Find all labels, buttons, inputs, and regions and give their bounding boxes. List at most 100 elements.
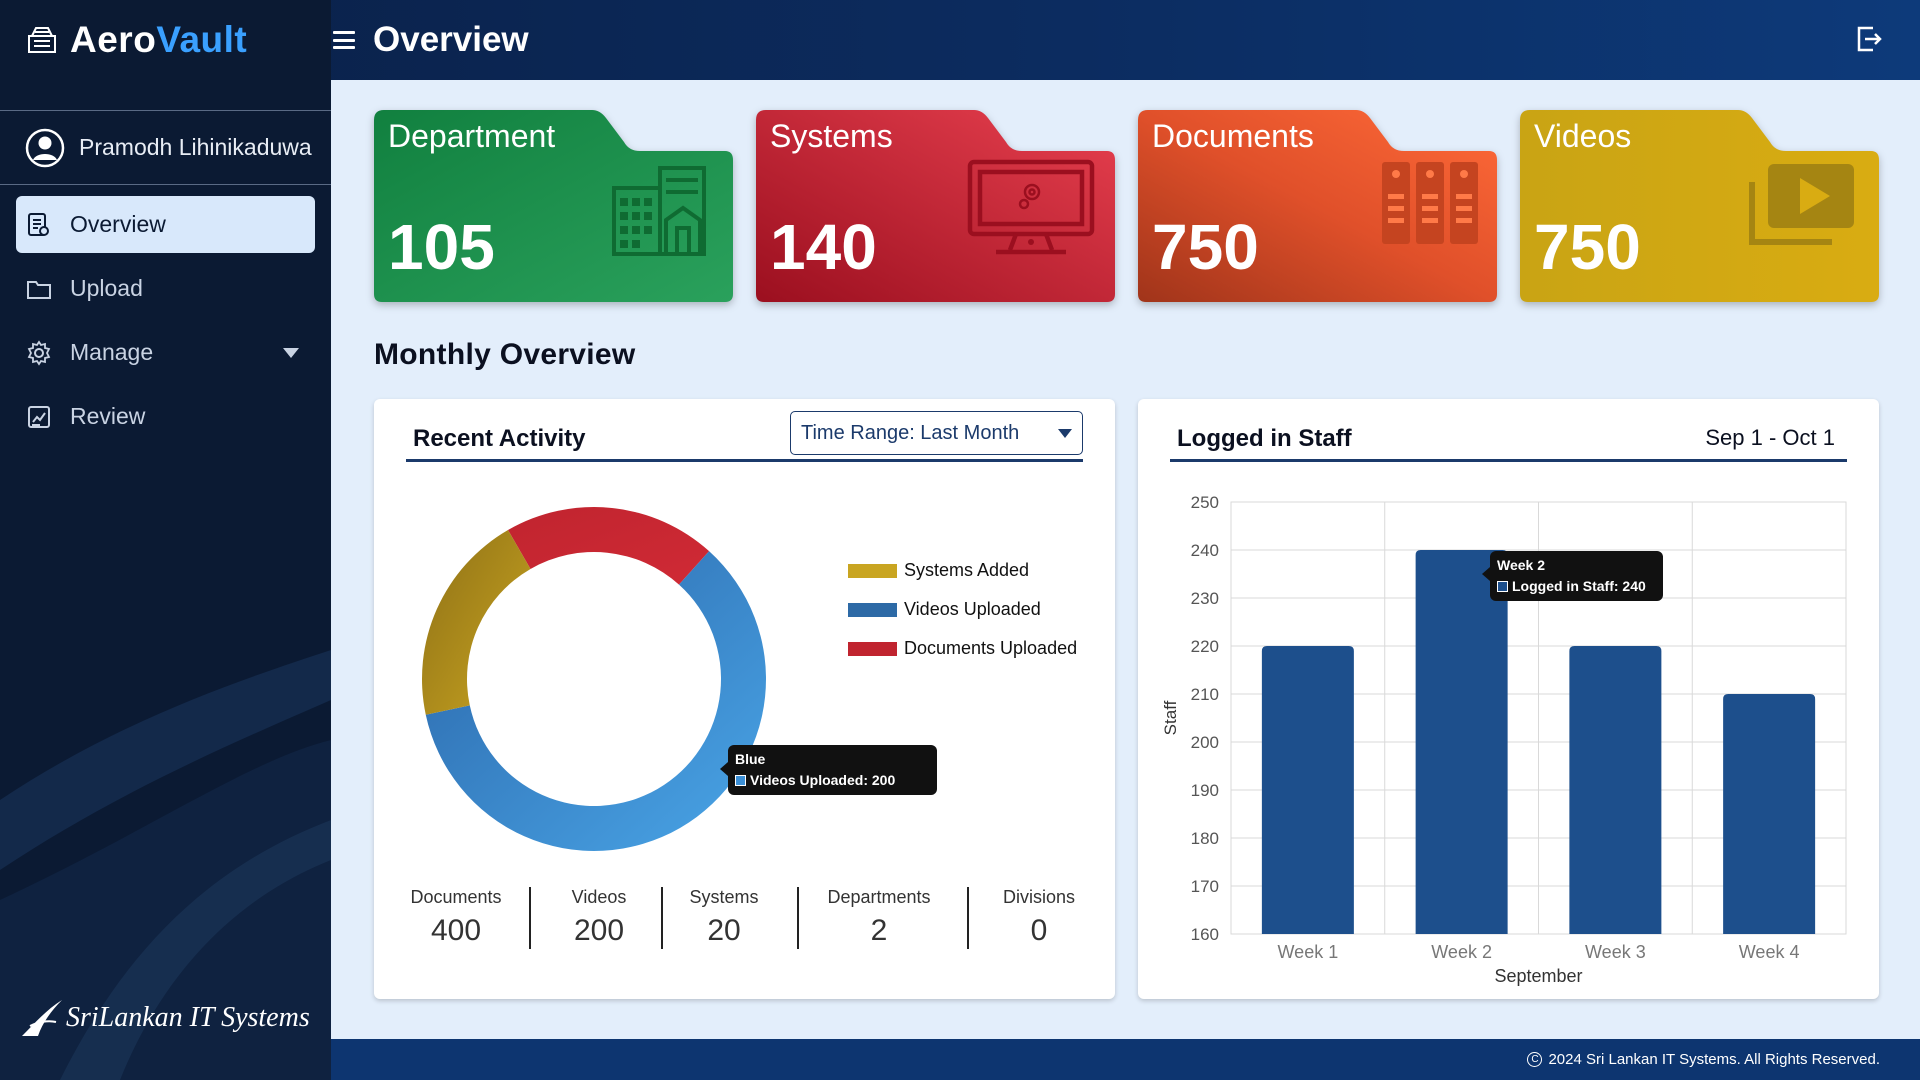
- panel-title: Logged in Staff: [1177, 425, 1352, 452]
- recent-activity-panel: Recent Activity Time Range: Last Month S…: [374, 399, 1115, 999]
- y-tick-label: 170: [1191, 877, 1219, 896]
- menu-toggle-button[interactable]: [330, 26, 358, 54]
- app-logo[interactable]: AeroVault: [26, 18, 247, 62]
- logged-in-staff-bar-chart[interactable]: 160 170 180 190 200 210 220 230 240 250 Week 1 Week…: [1138, 399, 1879, 999]
- y-axis-label: Staff: [1161, 700, 1180, 735]
- company-logo: SriLankan IT Systems: [20, 998, 310, 1038]
- date-range: Sep 1 - Oct 1: [1705, 425, 1835, 450]
- stat-card-systems[interactable]: Systems 140: [756, 110, 1115, 302]
- activity-stats: Documents 400 Videos 200 Systems 20 Departm…: [374, 887, 1115, 951]
- x-tick-label: Week 1: [1278, 942, 1339, 962]
- stat-label: Departments: [827, 887, 931, 907]
- chevron-down-icon: [1058, 429, 1072, 438]
- activity-donut-chart[interactable]: [414, 499, 774, 859]
- stat-value: 20: [707, 914, 741, 947]
- y-tick-label: 220: [1191, 637, 1219, 656]
- stat-card-documents[interactable]: Documents 750: [1138, 110, 1497, 302]
- time-range-value: Time Range: Last Month: [801, 421, 1020, 444]
- sidebar-item-label: Manage: [70, 339, 154, 365]
- card-title: Department: [388, 118, 556, 154]
- sidebar-nav: Overview Upload Manage Review: [16, 196, 315, 452]
- panel-divider: [1170, 459, 1847, 462]
- x-axis-label: September: [1494, 966, 1582, 986]
- stat-value: 2: [870, 914, 888, 947]
- card-title: Documents: [1152, 118, 1314, 154]
- stat-documents: Documents 400: [396, 887, 516, 948]
- stat-label: Documents: [410, 887, 502, 907]
- legend-label: Videos Uploaded: [904, 599, 1041, 619]
- chart-tooltip: Blue Videos Uploaded: 200: [720, 745, 937, 795]
- user-name: Pramodh Lihinikaduwa: [79, 134, 312, 160]
- chart-tooltip: Week 2 Logged in Staff: 240: [1482, 551, 1663, 601]
- tooltip-swatch: [1497, 581, 1508, 592]
- sidebar: AeroVault Pramodh Lihinikaduwa Overview …: [0, 0, 331, 1080]
- building-icon: [612, 166, 706, 256]
- time-range-select[interactable]: Time Range: Last Month: [790, 411, 1083, 455]
- vault-logo-icon: [28, 27, 56, 53]
- legend-label: Documents Uploaded: [904, 638, 1078, 658]
- card-value: 105: [388, 211, 495, 283]
- monitor-icon: [967, 159, 1095, 255]
- stat-systems: Systems 20: [664, 887, 784, 948]
- video-icon: [1749, 164, 1854, 245]
- bar[interactable]: [1261, 646, 1354, 934]
- binders-icon: [1382, 162, 1478, 244]
- user-profile[interactable]: Pramodh Lihinikaduwa: [0, 110, 331, 185]
- stat-divider: [661, 887, 663, 949]
- panel-title: Recent Activity: [413, 425, 586, 452]
- sidebar-item-review[interactable]: Review: [16, 388, 315, 445]
- stat-divisions: Divisions 0: [979, 887, 1099, 948]
- legend-swatch: [848, 641, 897, 656]
- stat-divider: [967, 887, 969, 949]
- card-value: 750: [1534, 211, 1641, 283]
- sidebar-item-label: Overview: [70, 211, 166, 237]
- legend-swatch: [848, 563, 897, 578]
- donut-slice[interactable]: [508, 507, 710, 585]
- stat-divider: [797, 887, 799, 949]
- review-icon: [26, 404, 52, 430]
- donut-legend: Systems Added Videos Uploaded Documents …: [848, 551, 1077, 668]
- folder-icon: [26, 276, 52, 302]
- bar[interactable]: [1723, 694, 1816, 934]
- tooltip-swatch: [735, 775, 746, 786]
- stat-label: Divisions: [1002, 887, 1076, 907]
- tooltip-text: Logged in Staff: 240: [1512, 578, 1646, 594]
- y-tick-label: 190: [1191, 781, 1219, 800]
- sidebar-item-overview[interactable]: Overview: [16, 196, 315, 253]
- legend-item[interactable]: Documents Uploaded: [848, 629, 1077, 668]
- chevron-down-icon[interactable]: [283, 348, 299, 358]
- stat-card-videos[interactable]: Videos 750: [1520, 110, 1879, 302]
- page-title: Overview: [373, 20, 529, 59]
- logged-in-staff-panel: 160 170 180 190 200 210 220 230 240 250 Week 1 Week…: [1138, 399, 1879, 999]
- tooltip-text: Videos Uploaded: 200: [750, 772, 896, 788]
- stat-label: Videos: [571, 887, 627, 907]
- sidebar-item-label: Upload: [70, 275, 143, 301]
- y-tick-label: 240: [1191, 541, 1219, 560]
- bar[interactable]: [1569, 646, 1662, 934]
- stat-videos: Videos 200: [539, 887, 659, 948]
- tooltip-title: Week 2: [1497, 557, 1545, 573]
- legend-swatch: [848, 602, 897, 617]
- donut-slice[interactable]: [422, 530, 531, 715]
- sidebar-item-label: Review: [70, 403, 146, 429]
- y-tick-label: 160: [1191, 925, 1219, 944]
- monthly-overview-title: Monthly Overview: [374, 338, 636, 371]
- legend-item[interactable]: Videos Uploaded: [848, 590, 1077, 629]
- stat-value: 400: [430, 914, 482, 947]
- sidebar-item-upload[interactable]: Upload: [16, 260, 315, 317]
- stat-divider: [529, 887, 531, 949]
- stat-label: Systems: [689, 887, 759, 907]
- company-name: SriLankan IT Systems: [66, 1002, 310, 1033]
- legend-item[interactable]: Systems Added: [848, 551, 1077, 590]
- x-tick-label: Week 3: [1585, 942, 1646, 962]
- document-list-icon: [26, 212, 52, 238]
- copyright-icon: C: [1527, 1052, 1543, 1067]
- stat-card-department[interactable]: Department 105: [374, 110, 733, 302]
- bar[interactable]: [1415, 550, 1508, 934]
- tooltip-title: Blue: [735, 751, 766, 767]
- panel-divider: [406, 459, 1083, 462]
- sidebar-item-manage[interactable]: Manage: [16, 324, 315, 381]
- logout-icon[interactable]: [1855, 24, 1883, 54]
- stat-departments: Departments 2: [804, 887, 954, 948]
- user-avatar-icon: [25, 128, 65, 167]
